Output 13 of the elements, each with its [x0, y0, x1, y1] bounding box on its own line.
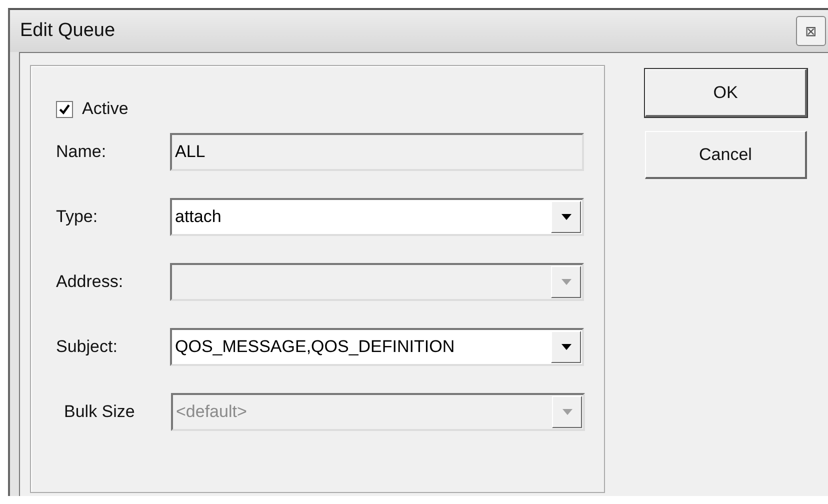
field-label: Bulk Size [63, 402, 136, 422]
dialog-button[interactable]: OK [645, 69, 807, 117]
dialog-button[interactable]: Cancel [645, 131, 807, 179]
checkbox-label: Active [82, 99, 128, 119]
field-label: Subject: [56, 337, 118, 357]
field-label: Type: [56, 207, 99, 227]
active-checkbox[interactable] [56, 100, 73, 118]
dropdown-field[interactable]: attach [170, 198, 584, 236]
field-label: Address: [56, 272, 124, 292]
close-button[interactable]: ⊠ [796, 16, 826, 46]
dropdown-field[interactable]: QOS_MESSAGE,QOS_DEFINITION [170, 328, 584, 366]
field-label: Name: [56, 142, 108, 162]
window-title: Edit Queue [20, 20, 116, 42]
